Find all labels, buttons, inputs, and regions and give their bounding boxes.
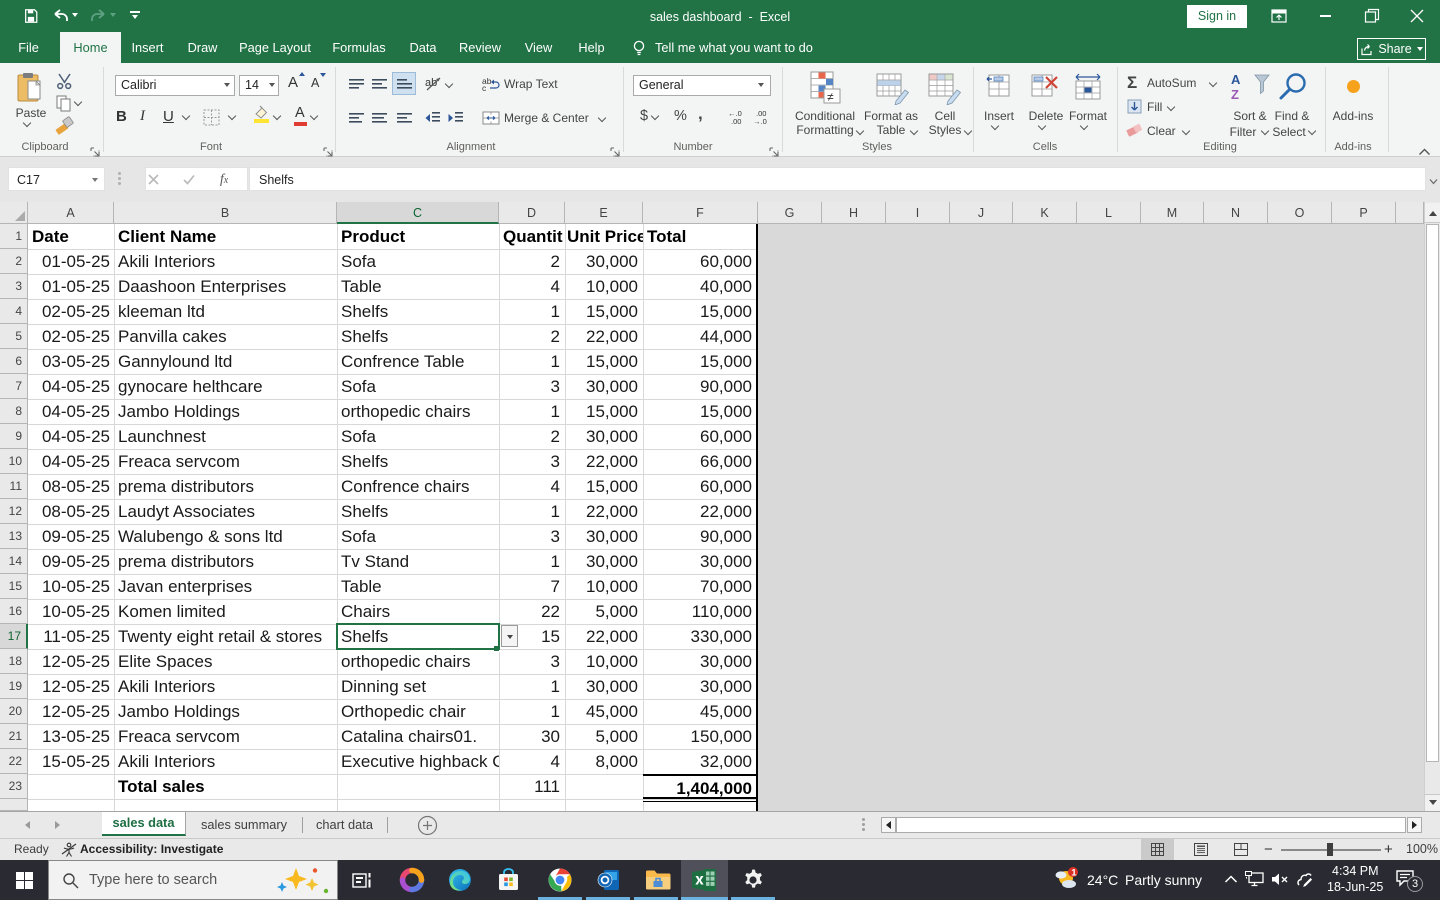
svg-text:.00: .00: [731, 117, 741, 125]
svg-text:1: 1: [1071, 867, 1077, 878]
svg-text:Z: Z: [1231, 87, 1239, 102]
svg-text:≠: ≠: [827, 90, 834, 104]
svg-text:→.0: →.0: [753, 117, 767, 125]
svg-text:A: A: [1231, 72, 1241, 87]
